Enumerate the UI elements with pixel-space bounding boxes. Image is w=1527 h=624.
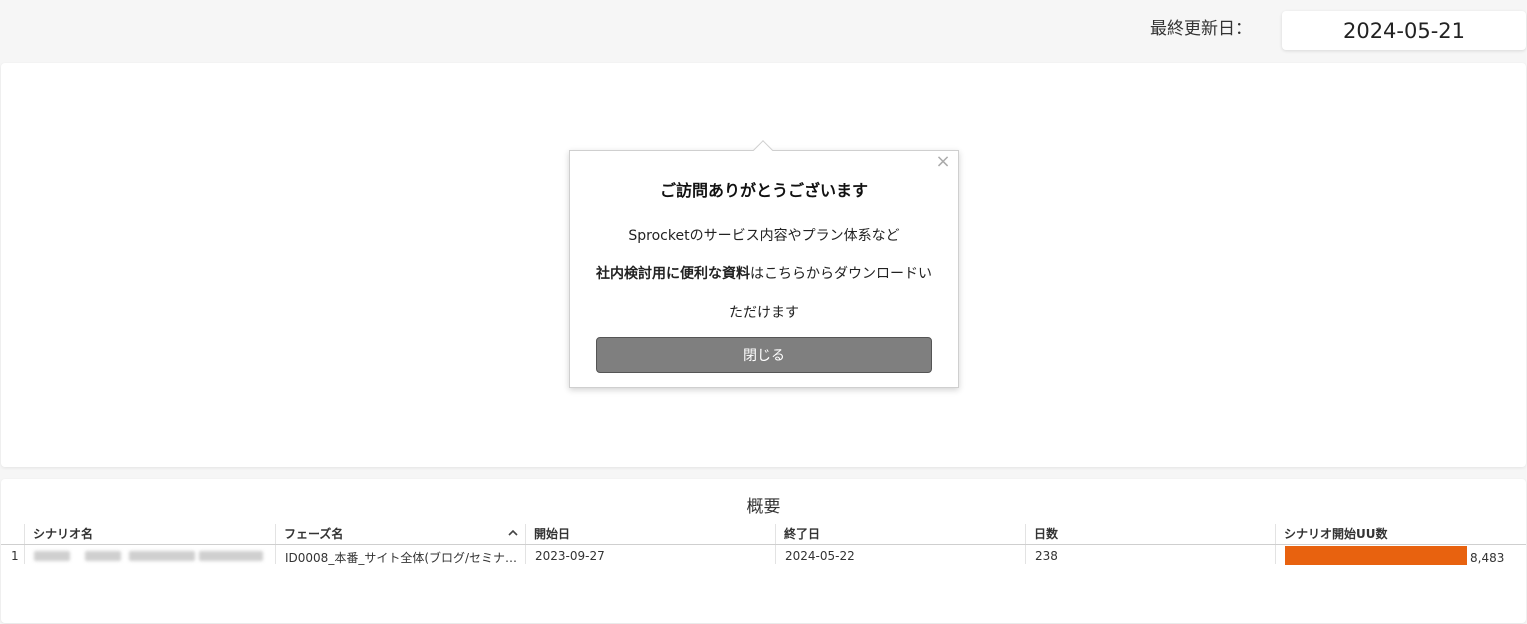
uu-bar bbox=[1285, 546, 1467, 565]
last-updated-date: 2024-05-21 bbox=[1282, 11, 1526, 50]
table-header-line bbox=[1, 544, 1526, 545]
close-icon[interactable]: × bbox=[934, 153, 952, 171]
start-date-cell: 2023-09-27 bbox=[535, 549, 605, 563]
popup-arrow bbox=[753, 140, 773, 160]
close-button[interactable]: 閉じる bbox=[596, 337, 932, 373]
column-header-phase[interactable]: フェーズ名 bbox=[284, 525, 343, 543]
column-header-start-date[interactable]: 開始日 bbox=[534, 525, 570, 543]
last-updated-label: 最終更新日： bbox=[1150, 19, 1252, 39]
chevron-up-icon[interactable] bbox=[508, 528, 518, 538]
redacted-block bbox=[129, 551, 195, 561]
last-updated-date-value: 2024-05-21 bbox=[1342, 18, 1466, 43]
redacted-block bbox=[85, 551, 121, 561]
column-header-days[interactable]: 日数 bbox=[1034, 525, 1058, 543]
column-header-uu[interactable]: シナリオ開始UU数 bbox=[1284, 525, 1388, 543]
redacted-block bbox=[199, 551, 263, 561]
top-panel: × ご訪問ありがとうございます Sprocketのサービス内容やプラン体系など … bbox=[1, 63, 1526, 467]
redacted-block bbox=[34, 551, 70, 561]
column-header-end-date[interactable]: 終了日 bbox=[784, 525, 820, 543]
summary-table-panel: 概要 シナリオ名 フェーズ名 開始日 終了日 日数 シナリオ開始UU数 1 ID… bbox=[1, 479, 1526, 623]
close-button-label: 閉じる bbox=[743, 348, 785, 364]
header-row: 最終更新日： 2024-05-21 bbox=[0, 0, 1527, 60]
popup-line-1: Sprocketのサービス内容やプラン体系など bbox=[628, 228, 900, 244]
popup-line-2-bold: 社内検討用に便利な資料 bbox=[596, 266, 750, 282]
column-header-scenario[interactable]: シナリオ名 bbox=[33, 525, 93, 543]
welcome-popup: × ご訪問ありがとうございます Sprocketのサービス内容やプラン体系など … bbox=[569, 140, 959, 388]
table-title: 概要 bbox=[746, 497, 781, 517]
popup-line-2-rest: はこちらからダウンロードい bbox=[750, 266, 932, 282]
popup-title: ご訪問ありがとうございます bbox=[659, 181, 868, 200]
end-date-cell: 2024-05-22 bbox=[785, 549, 855, 563]
phase-name-cell: ID0008_本番_サイト全体(ブログ/セミナ… bbox=[285, 551, 518, 565]
uu-value: 8,483 bbox=[1470, 551, 1505, 565]
days-cell: 238 bbox=[1035, 549, 1058, 563]
popup-line-2: 社内検討用に便利な資料はこちらからダウンロードい bbox=[570, 263, 958, 283]
popup-line-3: ただけます bbox=[729, 305, 799, 321]
row-index: 1 bbox=[11, 549, 19, 563]
